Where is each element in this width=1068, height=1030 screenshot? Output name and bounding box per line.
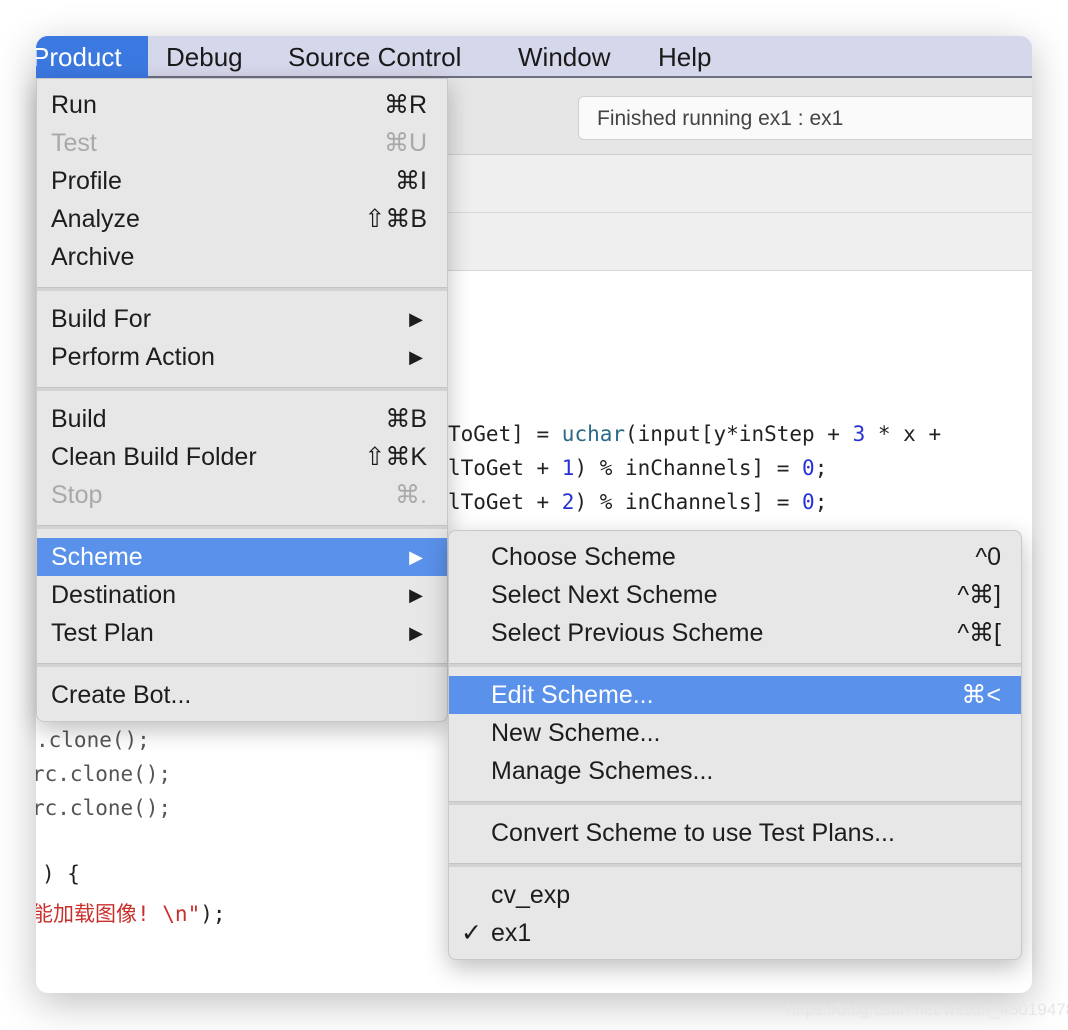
menu-item-run[interactable]: Run ⌘R [37,86,447,124]
menu-item-scheme-cv-exp[interactable]: cv_exp [449,876,1021,914]
product-menu: Run ⌘R Test ⌘U Profile ⌘I Analyze ⇧⌘B Archiv… [36,78,448,722]
menu-item-analyze[interactable]: Analyze ⇧⌘B [37,200,447,238]
menu-separator [449,801,1021,805]
menu-item-perform-action[interactable]: Perform Action ▶ [37,338,447,376]
menu-separator [37,525,447,529]
menu-item-test: Test ⌘U [51,129,427,157]
code-line: rc.clone(); [36,762,172,786]
code-line: 能加载图像! \n"); [36,902,226,926]
menu-item-edit-scheme[interactable]: Edit Scheme... ⌘< [449,676,1021,714]
menu-item-convert-scheme[interactable]: Convert Scheme to use Test Plans... [449,814,1021,852]
menu-item-archive[interactable]: Archive [37,238,447,276]
code-line: ToGet] = uchar(input[y*inStep + 3 * x + [448,422,942,446]
submenu-arrow-icon: ▶ [409,585,423,605]
menu-item-manage-schemes[interactable]: Manage Schemes... [449,752,1021,790]
menu-item-build-for[interactable]: Build For ▶ [37,300,447,338]
menu-item-destination[interactable]: Destination ▶ [37,576,447,614]
submenu-arrow-icon: ▶ [409,309,423,329]
menu-item-stop: Stop ⌘. [51,481,427,509]
menu-source-control[interactable]: Source Control [270,36,479,78]
menu-item-test-plan[interactable]: Test Plan ▶ [37,614,447,652]
menu-item-profile[interactable]: Profile ⌘I [37,162,447,200]
activity-status: Finished running ex1 : ex1 [578,96,1032,140]
menu-window[interactable]: Window [500,36,628,78]
menu-separator [449,863,1021,867]
menu-help[interactable]: Help [640,36,729,78]
code-line: .clone(); [36,728,150,752]
menu-bar: Product Debug Source Control Window Help [36,36,1032,78]
code-line: lToGet + 2) % inChannels] = 0; [448,490,828,514]
code-line: rc.clone(); [36,796,172,820]
submenu-arrow-icon: ▶ [409,623,423,643]
menu-item-scheme[interactable]: Scheme ▶ [37,538,447,576]
menu-debug[interactable]: Debug [148,36,261,78]
menu-item-create-bot[interactable]: Create Bot... [37,676,447,714]
menu-separator [37,387,447,391]
submenu-arrow-icon: ▶ [409,347,423,367]
menu-item-new-scheme[interactable]: New Scheme... [449,714,1021,752]
scheme-submenu: Choose Scheme ^0 Select Next Scheme ^⌘] Se… [448,530,1022,960]
watermark: https://blog.csdn.net/weixin_45019478 [786,1000,1068,1019]
menu-item-build[interactable]: Build ⌘B [37,400,447,438]
menu-separator [449,663,1021,667]
menu-item-scheme-ex1[interactable]: ✓ ex1 [449,914,1021,952]
menu-separator [37,663,447,667]
menu-product[interactable]: Product [36,36,148,78]
checkmark-icon: ✓ [461,919,482,947]
menu-item-clean-build-folder[interactable]: Clean Build Folder ⇧⌘K [37,438,447,476]
menu-item-select-previous-scheme[interactable]: Select Previous Scheme ^⌘[ [449,614,1021,652]
submenu-arrow-icon: ▶ [409,547,423,567]
code-line: lToGet + 1) % inChannels] = 0; [448,456,828,480]
code-line: ) { [42,862,80,886]
menu-separator [37,287,447,291]
menu-item-select-next-scheme[interactable]: Select Next Scheme ^⌘] [449,576,1021,614]
menu-item-choose-scheme[interactable]: Choose Scheme ^0 [449,538,1021,576]
